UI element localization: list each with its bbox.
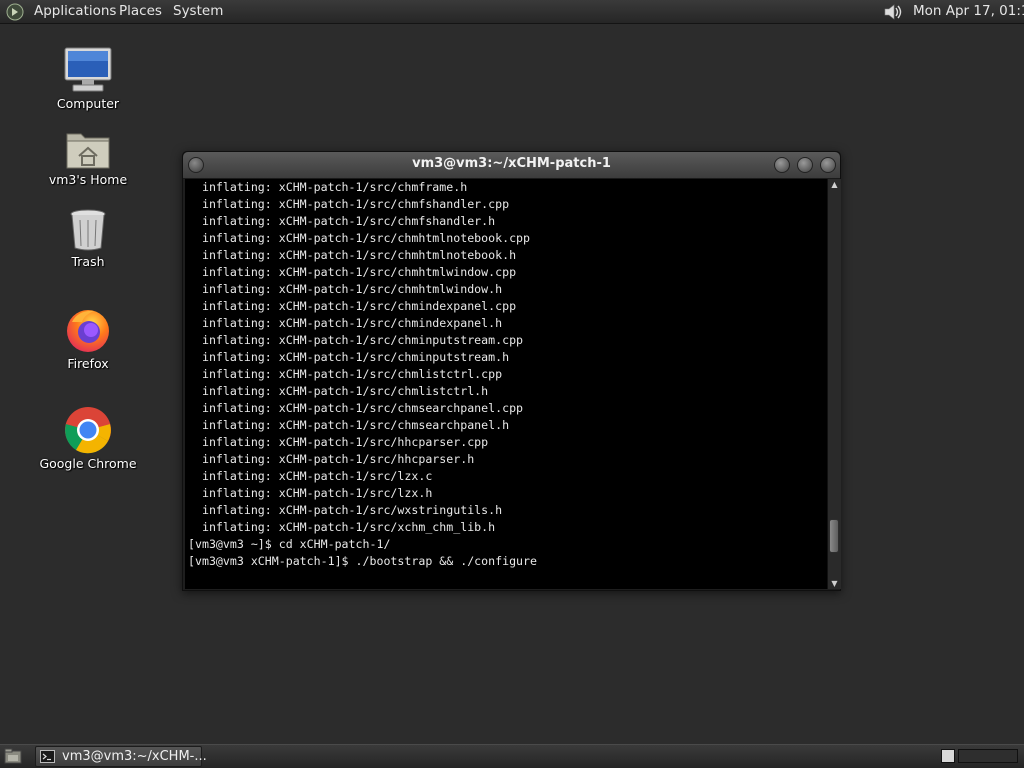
terminal-line: inflating: xCHM-patch-1/src/wxstringutil… — [188, 503, 503, 517]
terminal-line: inflating: xCHM-patch-1/src/hhcparser.cp… — [188, 435, 489, 449]
terminal-line: [vm3@vm3 xCHM-patch-1]$ ./bootstrap && .… — [188, 554, 538, 568]
show-desktop-icon[interactable] — [4, 748, 22, 765]
terminal-line: inflating: xCHM-patch-1/src/chmhtmlnoteb… — [188, 231, 531, 245]
window-titlebar[interactable]: vm3@vm3:~/xCHM-patch-1 — [183, 152, 840, 179]
terminal-line: inflating: xCHM-patch-1/src/chmindexpane… — [188, 299, 517, 313]
maximize-button[interactable] — [797, 157, 813, 173]
close-button[interactable] — [820, 157, 836, 173]
top-panel: Applications Places System Mon Apr 17, 0… — [0, 0, 1024, 24]
terminal-line: [vm3@vm3 ~]$ cd xCHM-patch-1/ — [188, 537, 391, 551]
terminal-line: inflating: xCHM-patch-1/src/chminputstre… — [188, 333, 524, 347]
desktop-icon-home[interactable]: vm3's Home — [28, 128, 148, 187]
menu-places[interactable]: Places — [119, 3, 162, 20]
scroll-up-arrow-icon[interactable]: ▲ — [828, 179, 841, 190]
scroll-down-arrow-icon[interactable]: ▼ — [828, 578, 841, 589]
firefox-icon — [67, 310, 109, 352]
terminal-line: inflating: xCHM-patch-1/src/chmfshandler… — [188, 214, 496, 228]
terminal-line: inflating: xCHM-patch-1/src/chmlistctrl.… — [188, 367, 503, 381]
desktop-icon-label: Computer — [56, 96, 120, 111]
terminal-line: inflating: xCHM-patch-1/src/hhcparser.h — [188, 452, 475, 466]
terminal-scrollbar[interactable]: ▲ ▼ — [827, 179, 841, 589]
desktop-icon-computer[interactable]: Computer — [28, 46, 148, 111]
desktop-icon-label: Firefox — [67, 356, 109, 371]
desktop-icon-label: Trash — [71, 254, 105, 269]
home-folder-icon — [66, 133, 110, 169]
chrome-icon — [65, 407, 111, 454]
taskbar-terminal-button[interactable]: vm3@vm3:~/xCHM-... — [35, 746, 207, 767]
terminal-output[interactable]: inflating: xCHM-patch-1/src/chmframe.h i… — [185, 179, 827, 589]
minimize-button[interactable] — [774, 157, 790, 173]
trash-can-icon — [70, 209, 106, 251]
desktop-icon-trash[interactable]: Trash — [28, 208, 148, 269]
terminal-line: inflating: xCHM-patch-1/src/lzx.h — [188, 486, 433, 500]
desktop-icon-chrome[interactable]: Google Chrome — [28, 406, 148, 471]
desktop-icon-label: Google Chrome — [39, 456, 137, 471]
gnome-foot-icon[interactable] — [6, 3, 24, 21]
terminal-lines: inflating: xCHM-patch-1/src/chmframe.h i… — [185, 179, 827, 570]
clock[interactable]: Mon Apr 17, 01:14 — [913, 3, 1024, 20]
workspace-2[interactable] — [958, 749, 1018, 763]
terminal-line: inflating: xCHM-patch-1/src/chmlistctrl.… — [188, 384, 489, 398]
terminal-window[interactable]: vm3@vm3:~/xCHM-patch-1 inflating: xCHM-p… — [182, 151, 841, 591]
taskbar-label: vm3@vm3:~/xCHM-... — [62, 749, 207, 764]
terminal-line: inflating: xCHM-patch-1/src/chmhtmlwindo… — [188, 282, 503, 296]
speaker-icon[interactable] — [882, 2, 904, 22]
window-title: vm3@vm3:~/xCHM-patch-1 — [412, 156, 611, 171]
scrollbar-thumb[interactable] — [829, 519, 839, 553]
menu-applications[interactable]: Applications — [34, 3, 116, 20]
workspace-1[interactable] — [941, 749, 955, 763]
terminal-icon — [40, 750, 55, 763]
terminal-line: inflating: xCHM-patch-1/src/chminputstre… — [188, 350, 510, 364]
terminal-line: inflating: xCHM-patch-1/src/chmframe.h — [188, 180, 468, 194]
terminal-line: inflating: xCHM-patch-1/src/chmsearchpan… — [188, 401, 524, 415]
terminal-line: inflating: xCHM-patch-1/src/chmfshandler… — [188, 197, 510, 211]
terminal-line: inflating: xCHM-patch-1/src/chmsearchpan… — [188, 418, 510, 432]
terminal-line: inflating: xCHM-patch-1/src/xchm_chm_lib… — [188, 520, 496, 534]
computer-monitor-icon — [64, 47, 112, 92]
terminal-line: inflating: xCHM-patch-1/src/lzx.c — [188, 469, 433, 483]
terminal-line: inflating: xCHM-patch-1/src/chmhtmlwindo… — [188, 265, 517, 279]
desktop-icon-firefox[interactable]: Firefox — [28, 306, 148, 371]
bottom-panel: vm3@vm3:~/xCHM-... — [0, 744, 1024, 768]
terminal-line: inflating: xCHM-patch-1/src/chmhtmlnoteb… — [188, 248, 517, 262]
terminal-line: inflating: xCHM-patch-1/src/chmindexpane… — [188, 316, 503, 330]
desktop-icon-label: vm3's Home — [48, 172, 128, 187]
menu-system[interactable]: System — [173, 3, 223, 20]
